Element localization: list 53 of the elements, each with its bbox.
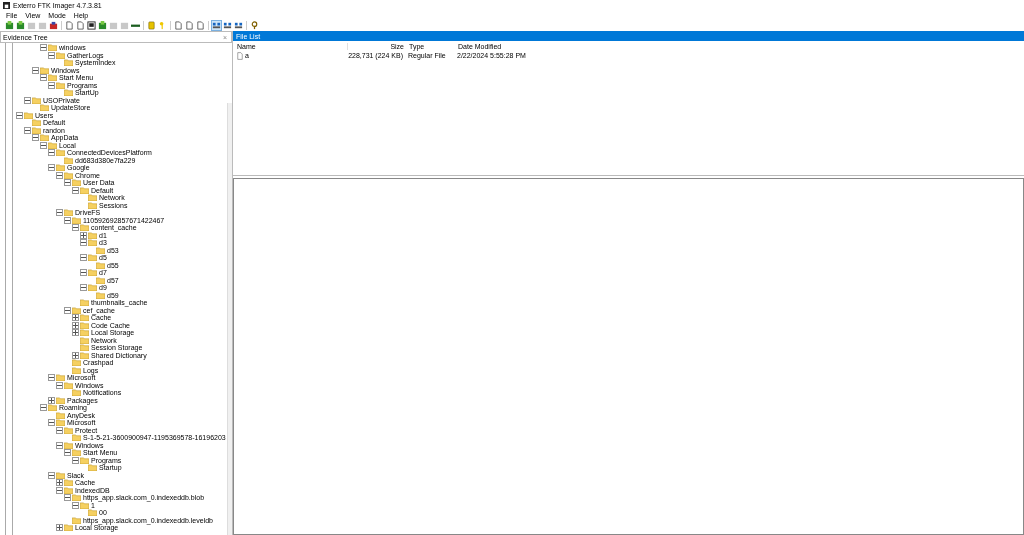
expander-toggle[interactable] bbox=[56, 486, 63, 494]
expander-toggle[interactable] bbox=[48, 81, 55, 89]
expander-toggle[interactable] bbox=[48, 471, 55, 479]
expander-toggle[interactable] bbox=[72, 456, 79, 464]
view-icon[interactable] bbox=[223, 21, 232, 30]
expander-toggle[interactable] bbox=[40, 74, 47, 82]
expander-toggle[interactable] bbox=[80, 284, 87, 292]
expander-toggle[interactable] bbox=[72, 186, 79, 194]
disk-plus-icon[interactable] bbox=[98, 21, 107, 30]
expander-toggle[interactable] bbox=[64, 494, 71, 502]
expander-toggle[interactable] bbox=[48, 419, 55, 427]
expander-toggle[interactable] bbox=[64, 306, 71, 314]
expander-toggle[interactable] bbox=[40, 141, 47, 149]
expander-toggle[interactable] bbox=[72, 351, 79, 359]
expander-toggle[interactable] bbox=[32, 66, 39, 74]
expander-toggle[interactable] bbox=[48, 149, 55, 157]
scrollbar[interactable] bbox=[227, 103, 232, 535]
expander-toggle[interactable] bbox=[32, 134, 39, 142]
expander-toggle[interactable] bbox=[80, 231, 87, 239]
expander-toggle[interactable] bbox=[24, 96, 31, 104]
disk-plus-icon[interactable] bbox=[5, 21, 14, 30]
expander-toggle[interactable] bbox=[72, 501, 79, 509]
expander-toggle[interactable] bbox=[48, 374, 55, 382]
expander-toggle[interactable] bbox=[72, 314, 79, 322]
disk-remove-icon[interactable] bbox=[49, 21, 58, 30]
expander-toggle[interactable] bbox=[56, 209, 63, 217]
expander-toggle[interactable] bbox=[40, 404, 47, 412]
expander-toggle[interactable] bbox=[56, 524, 63, 532]
expander-toggle[interactable] bbox=[56, 479, 63, 487]
expander-toggle[interactable] bbox=[64, 179, 71, 187]
expander-toggle[interactable] bbox=[24, 126, 31, 134]
expander-toggle[interactable] bbox=[80, 269, 87, 277]
expander-toggle[interactable] bbox=[72, 321, 79, 329]
expander-toggle[interactable] bbox=[56, 426, 63, 434]
expander-toggle[interactable] bbox=[56, 381, 63, 389]
expander-toggle[interactable] bbox=[40, 44, 47, 52]
expander-toggle[interactable] bbox=[56, 441, 63, 449]
disk-plus-icon[interactable] bbox=[16, 21, 25, 30]
expander-toggle[interactable] bbox=[48, 164, 55, 172]
expander-toggle[interactable] bbox=[72, 329, 79, 337]
view-icon[interactable] bbox=[234, 21, 243, 30]
expander-toggle[interactable] bbox=[80, 254, 87, 262]
help-icon[interactable] bbox=[250, 21, 259, 30]
expander-toggle[interactable] bbox=[72, 224, 79, 232]
expander-toggle[interactable] bbox=[64, 449, 71, 457]
expander-toggle[interactable] bbox=[48, 51, 55, 59]
expander-toggle[interactable] bbox=[56, 171, 63, 179]
expander-toggle[interactable] bbox=[80, 239, 87, 247]
expander-toggle[interactable] bbox=[48, 396, 55, 404]
view-icon[interactable] bbox=[212, 21, 221, 30]
expander-toggle[interactable] bbox=[16, 111, 23, 119]
file-icon bbox=[237, 51, 243, 60]
expander-toggle[interactable] bbox=[64, 216, 71, 224]
